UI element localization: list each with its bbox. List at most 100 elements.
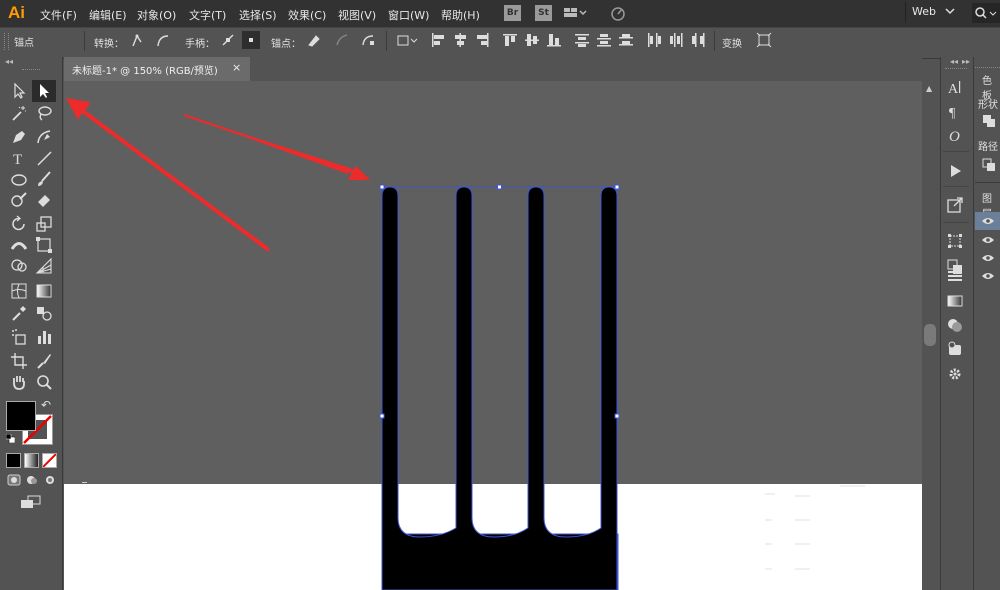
scroll-up-icon[interactable]: ▲: [926, 84, 932, 93]
column-graph-tool-icon[interactable]: [35, 328, 53, 346]
toolbox-grip[interactable]: [22, 69, 40, 72]
menu-file[interactable]: 文件(F): [40, 7, 77, 23]
visibility-eye-icon[interactable]: [981, 271, 995, 281]
artboard-tool-icon[interactable]: [10, 352, 28, 370]
shape-builder-tool-icon[interactable]: [10, 257, 28, 275]
isolate-icon[interactable]: [396, 32, 420, 48]
shaper-tool-icon[interactable]: [10, 191, 28, 209]
show-handles-icon[interactable]: [220, 32, 236, 48]
distribute-hcenter-icon[interactable]: [668, 32, 684, 48]
cut-path-icon[interactable]: [360, 32, 376, 48]
draw-behind-icon[interactable]: [25, 474, 39, 486]
graphic-styles-gear-icon[interactable]: [946, 365, 964, 383]
lasso-tool-icon[interactable]: [35, 104, 53, 122]
hand-tool-icon[interactable]: [10, 373, 28, 391]
transform-link[interactable]: 变换: [722, 35, 742, 50]
menu-view[interactable]: 视图(V): [338, 7, 376, 23]
swap-fill-stroke-icon[interactable]: ↶: [41, 398, 51, 412]
pen-tool-icon[interactable]: [10, 128, 28, 146]
collapse-panels-icon[interactable]: ▸▸: [962, 57, 970, 66]
gradient-mode-icon[interactable]: [24, 453, 39, 468]
zoom-tool-icon[interactable]: [35, 373, 53, 391]
fill-swatch[interactable]: [6, 401, 36, 431]
close-tab-button[interactable]: ×: [232, 61, 241, 74]
width-tool-icon[interactable]: [10, 236, 28, 254]
menu-select[interactable]: 选择(S): [239, 7, 277, 23]
arrange-documents-icon[interactable]: [563, 5, 587, 21]
align-top-icon[interactable]: [502, 32, 518, 48]
collapse-toolbox-icon[interactable]: ◂◂: [5, 57, 13, 66]
shape-mode-icon[interactable]: [982, 114, 996, 128]
direct-selection-tool-icon[interactable]: [35, 82, 53, 100]
distribute-left-icon[interactable]: [646, 32, 662, 48]
none-mode-icon[interactable]: [42, 453, 57, 468]
character-panel-icon[interactable]: A: [946, 78, 964, 96]
right-panel-grip[interactable]: [975, 57, 1000, 68]
control-bar-grip[interactable]: [4, 33, 9, 50]
menu-window[interactable]: 窗口(W): [388, 7, 429, 23]
default-fill-stroke-icon[interactable]: [5, 433, 16, 444]
distribute-bottom-icon[interactable]: [618, 32, 634, 48]
remove-anchor-icon[interactable]: [306, 32, 322, 48]
align-middle-icon[interactable]: [524, 32, 540, 48]
select-similar-icon[interactable]: [756, 32, 772, 48]
bridge-button[interactable]: Br: [504, 5, 521, 21]
scale-tool-icon[interactable]: [35, 215, 53, 233]
line-tool-icon[interactable]: [35, 149, 53, 167]
color-mode-icon[interactable]: [6, 453, 21, 468]
stock-button[interactable]: St: [535, 5, 552, 21]
align-right-icon[interactable]: [474, 32, 490, 48]
menu-type[interactable]: 文字(T): [189, 7, 226, 23]
opentype-panel-icon[interactable]: O: [946, 126, 964, 144]
transparency-panel-icon[interactable]: [946, 316, 964, 334]
convert-to-corner-icon[interactable]: [129, 32, 145, 48]
rotate-tool-icon[interactable]: [10, 215, 28, 233]
gpu-performance-icon[interactable]: [608, 5, 628, 21]
export-panel-icon[interactable]: [946, 196, 964, 214]
eyedropper-tool-icon[interactable]: [10, 304, 28, 322]
fork-artwork[interactable]: [370, 178, 632, 590]
connect-anchors-icon[interactable]: [334, 32, 350, 48]
stroke-panel-icon[interactable]: [946, 267, 964, 285]
blend-tool-icon[interactable]: [35, 304, 53, 322]
distribute-center-icon[interactable]: [596, 32, 612, 48]
visibility-eye-icon[interactable]: [981, 253, 995, 263]
curvature-tool-icon[interactable]: [35, 128, 53, 146]
gradient-panel-icon[interactable]: [946, 292, 964, 310]
actions-panel-icon[interactable]: [946, 162, 964, 180]
symbols-panel-icon[interactable]: [946, 340, 964, 358]
free-transform-tool-icon[interactable]: [35, 236, 53, 254]
menu-help[interactable]: 帮助(H): [441, 7, 480, 23]
mesh-tool-icon[interactable]: [10, 282, 28, 300]
slice-tool-icon[interactable]: [35, 352, 53, 370]
shape-panel-tab[interactable]: 形状: [978, 96, 998, 111]
chevron-down-icon[interactable]: [944, 5, 956, 17]
selection-tool-icon[interactable]: [10, 82, 28, 100]
align-left-icon[interactable]: [430, 32, 446, 48]
magic-wand-tool-icon[interactable]: [10, 104, 28, 122]
draw-normal-icon[interactable]: [7, 474, 21, 486]
expand-panels-icon[interactable]: ◂◂: [950, 57, 958, 66]
panel-strip-grip[interactable]: [945, 68, 967, 71]
type-tool-icon[interactable]: T: [10, 149, 28, 167]
path-mode-icon[interactable]: [982, 158, 996, 172]
menu-edit[interactable]: 编辑(E): [89, 7, 127, 23]
visibility-eye-icon[interactable]: [981, 235, 995, 245]
draw-inside-icon[interactable]: [43, 474, 57, 486]
transform-panel-icon[interactable]: [946, 232, 964, 250]
align-center-icon[interactable]: [452, 32, 468, 48]
search-input[interactable]: [972, 3, 1000, 23]
align-bottom-icon[interactable]: [546, 32, 562, 48]
symbol-sprayer-tool-icon[interactable]: [10, 328, 28, 346]
paintbrush-tool-icon[interactable]: [35, 170, 53, 188]
paragraph-panel-icon[interactable]: ¶: [946, 102, 964, 120]
path-panel-tab[interactable]: 路径: [978, 138, 998, 153]
hide-handles-icon[interactable]: [242, 31, 260, 49]
distribute-right-icon[interactable]: [690, 32, 706, 48]
gradient-tool-icon[interactable]: [35, 282, 53, 300]
ellipse-tool-icon[interactable]: [10, 170, 28, 188]
convert-to-smooth-icon[interactable]: [155, 32, 171, 48]
distribute-top-icon[interactable]: [574, 32, 590, 48]
eraser-tool-icon[interactable]: [35, 191, 53, 209]
menu-effect[interactable]: 效果(C): [288, 7, 326, 23]
